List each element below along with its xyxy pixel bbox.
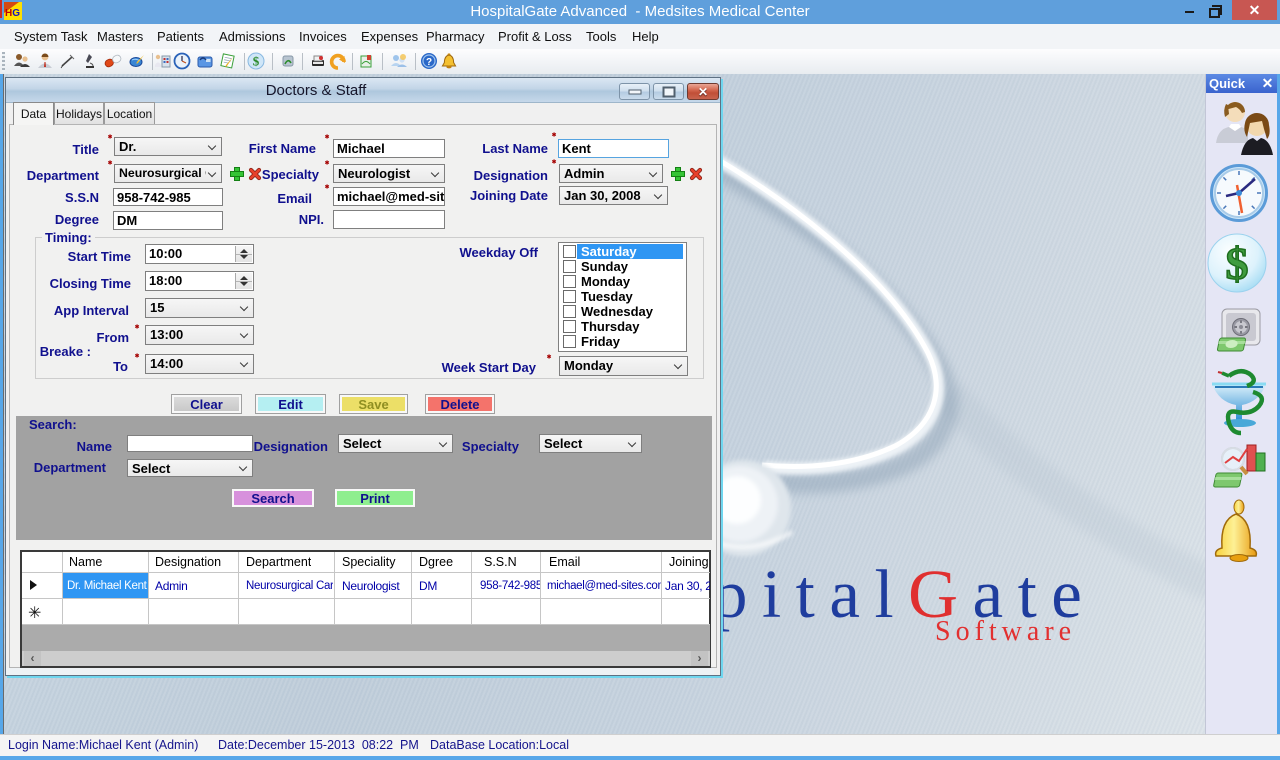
svg-text:$: $ xyxy=(253,54,260,69)
svg-text:?: ? xyxy=(426,57,432,68)
svg-text:$: $ xyxy=(1226,238,1249,289)
